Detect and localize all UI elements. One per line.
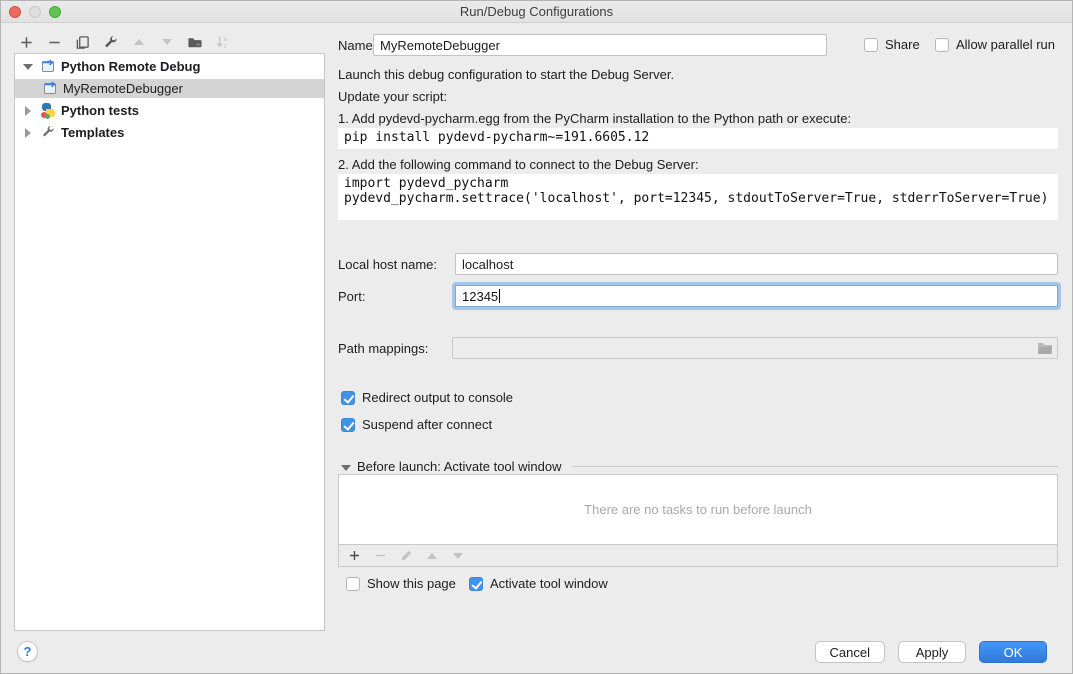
browse-folder-icon[interactable] xyxy=(1037,341,1053,355)
intro-text: Launch this debug configuration to start… xyxy=(338,67,674,82)
before-launch-section-header[interactable]: Before launch: Activate tool window xyxy=(341,459,1058,474)
edit-task-icon xyxy=(399,549,413,563)
path-mappings-input[interactable] xyxy=(452,337,1058,359)
allow-parallel-run-label: Allow parallel run xyxy=(956,37,1055,52)
name-label: Name: xyxy=(338,38,376,53)
apply-button[interactable]: Apply xyxy=(898,641,966,663)
remove-icon[interactable] xyxy=(46,34,63,51)
tree-item-label: MyRemoteDebugger xyxy=(63,81,183,96)
settrace-code-line2: pydevd_pycharm.settrace('localhost', por… xyxy=(344,191,1052,206)
before-launch-title: Before launch: Activate tool window xyxy=(357,459,562,474)
chevron-expanded-icon[interactable] xyxy=(341,459,351,474)
python-tests-icon xyxy=(41,103,56,118)
run-debug-configurations-dialog: Run/Debug Configurations az xyxy=(0,0,1073,674)
help-button[interactable]: ? xyxy=(17,641,38,662)
show-this-page-label: Show this page xyxy=(367,576,456,591)
new-folder-icon[interactable] xyxy=(186,34,203,51)
close-window-button[interactable] xyxy=(9,6,21,18)
chevron-collapsed-icon[interactable] xyxy=(23,106,33,116)
cancel-button[interactable]: Cancel xyxy=(815,641,885,663)
minimize-window-button xyxy=(29,6,41,18)
port-input[interactable]: 12345 xyxy=(452,282,1061,310)
tree-item-label: Python Remote Debug xyxy=(61,59,200,74)
help-icon: ? xyxy=(24,644,32,659)
add-task-icon[interactable] xyxy=(347,549,361,563)
tree-item-python-remote-debug[interactable]: Python Remote Debug xyxy=(15,57,324,76)
tree-item-label: Templates xyxy=(61,125,124,140)
allow-parallel-run-checkbox[interactable]: Allow parallel run xyxy=(935,37,1055,52)
move-task-up-icon xyxy=(425,549,439,563)
move-up-icon xyxy=(130,34,147,51)
tree-item-myremotedebugger[interactable]: MyRemoteDebugger xyxy=(15,79,324,98)
add-icon[interactable] xyxy=(18,34,35,51)
update-script-text: Update your script: xyxy=(338,89,447,104)
show-this-page-checkbox[interactable]: Show this page xyxy=(346,576,456,591)
svg-text:a: a xyxy=(223,36,227,43)
port-value: 12345 xyxy=(462,289,498,304)
remote-debug-icon xyxy=(43,81,58,96)
activate-tool-window-checkbox[interactable]: Activate tool window xyxy=(469,576,608,591)
step1-text: 1. Add pydevd-pycharm.egg from the PyCha… xyxy=(338,111,851,126)
configurations-tree: Python Remote Debug MyRemoteDebugger Pyt… xyxy=(14,53,325,631)
suspend-after-connect-label: Suspend after connect xyxy=(362,417,492,432)
chevron-collapsed-icon[interactable] xyxy=(23,128,33,138)
settrace-code: import pydevd_pycharm pydevd_pycharm.set… xyxy=(338,174,1058,220)
redirect-output-label: Redirect output to console xyxy=(362,390,513,405)
zoom-window-button[interactable] xyxy=(49,6,61,18)
path-mappings-label: Path mappings: xyxy=(338,341,428,356)
suspend-after-connect-checkbox[interactable]: Suspend after connect xyxy=(341,417,492,432)
before-launch-toolbar xyxy=(339,544,1057,566)
checkbox-unchecked-icon[interactable] xyxy=(346,577,360,591)
checkbox-checked-icon[interactable] xyxy=(341,391,355,405)
local-host-name-label: Local host name: xyxy=(338,257,437,272)
move-task-down-icon xyxy=(451,549,465,563)
port-label: Port: xyxy=(338,289,365,304)
chevron-expanded-icon[interactable] xyxy=(23,64,33,70)
svg-text:z: z xyxy=(223,43,226,50)
checkbox-checked-icon[interactable] xyxy=(469,577,483,591)
name-input[interactable] xyxy=(373,34,827,56)
ok-button[interactable]: OK xyxy=(979,641,1047,663)
configuration-form: Name: Share Allow parallel run Launch th… xyxy=(338,1,1058,641)
sort-alpha-icon: az xyxy=(214,34,231,51)
local-host-name-input[interactable] xyxy=(455,253,1058,275)
wrench-icon xyxy=(41,125,56,140)
tree-item-python-tests[interactable]: Python tests xyxy=(15,101,324,120)
remote-debug-icon xyxy=(41,59,56,74)
before-launch-empty-text: There are no tasks to run before launch xyxy=(339,475,1057,544)
share-label: Share xyxy=(885,37,920,52)
activate-tool-window-label: Activate tool window xyxy=(490,576,608,591)
step2-text: 2. Add the following command to connect … xyxy=(338,157,699,172)
configurations-toolbar: az xyxy=(18,32,231,52)
remove-task-icon xyxy=(373,549,387,563)
move-down-icon xyxy=(158,34,175,51)
share-checkbox[interactable]: Share xyxy=(864,37,920,52)
copy-icon[interactable] xyxy=(74,34,91,51)
checkbox-unchecked-icon[interactable] xyxy=(864,38,878,52)
wrench-icon[interactable] xyxy=(102,34,119,51)
before-launch-tasks-panel: There are no tasks to run before launch xyxy=(338,474,1058,567)
dialog-buttons: Cancel Apply OK xyxy=(815,641,1047,663)
tree-item-templates[interactable]: Templates xyxy=(15,123,324,142)
redirect-output-checkbox[interactable]: Redirect output to console xyxy=(341,390,513,405)
checkbox-unchecked-icon[interactable] xyxy=(935,38,949,52)
pip-install-code: pip install pydevd-pycharm~=191.6605.12 xyxy=(338,128,1058,149)
checkbox-checked-icon[interactable] xyxy=(341,418,355,432)
settrace-code-line1: import pydevd_pycharm xyxy=(344,176,1052,191)
section-divider xyxy=(572,466,1058,467)
tree-item-label: Python tests xyxy=(61,103,139,118)
text-caret xyxy=(499,289,500,303)
